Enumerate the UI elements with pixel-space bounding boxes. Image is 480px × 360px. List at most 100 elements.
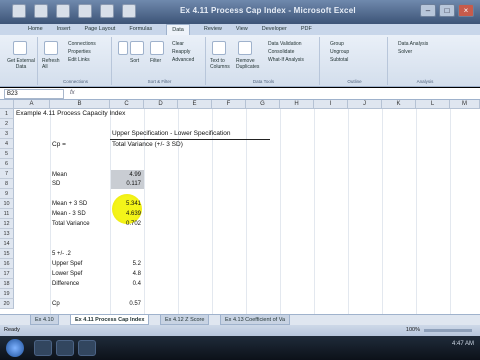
row-header-1[interactable]: 1 — [0, 109, 14, 119]
spreadsheet-grid[interactable]: A B C D E F G H I J K L M 1 2 3 4 5 6 7 … — [0, 100, 480, 314]
row-header-4[interactable]: 4 — [0, 139, 14, 149]
taskbar-app-icon[interactable] — [34, 340, 52, 356]
solver-button[interactable]: Solver — [398, 49, 412, 55]
row-header-17[interactable]: 17 — [0, 269, 14, 279]
taskbar-app-icon[interactable] — [78, 340, 96, 356]
column-header-g[interactable]: G — [246, 100, 280, 109]
start-button[interactable] — [6, 339, 24, 357]
row-header-7[interactable]: 7 — [0, 169, 14, 179]
sheet-tab-ex-4-13[interactable]: Ex 4.13 Coefficient of Va — [220, 315, 291, 325]
text-to-columns-icon[interactable] — [212, 41, 226, 55]
data-validation-button[interactable]: Data Validation — [268, 41, 302, 47]
office-button-icon[interactable] — [12, 4, 26, 18]
consolidate-button[interactable]: Consolidate — [268, 49, 294, 55]
maximize-button[interactable]: □ — [439, 4, 455, 17]
tab-view[interactable]: View — [236, 24, 248, 35]
difference-value[interactable]: 0.4 — [111, 279, 141, 289]
database-icon[interactable] — [13, 41, 27, 55]
column-header-e[interactable]: E — [178, 100, 212, 109]
get-external-data-button[interactable]: Get External Data — [5, 58, 37, 70]
row-header-15[interactable]: 15 — [0, 249, 14, 259]
tab-review[interactable]: Review — [204, 24, 222, 35]
zoom-slider[interactable] — [424, 329, 472, 332]
row-header-19[interactable]: 19 — [0, 289, 14, 299]
upper-spec-value[interactable]: 5.2 — [111, 259, 141, 269]
row-header-16[interactable]: 16 — [0, 259, 14, 269]
filter-icon[interactable] — [150, 41, 164, 55]
row-header-10[interactable]: 10 — [0, 199, 14, 209]
column-header-m[interactable]: M — [450, 100, 480, 109]
sheet-tab-ex-4-12[interactable]: Ex 4.12 Z Score — [160, 315, 210, 325]
undo-icon[interactable] — [56, 4, 70, 18]
row-header-12[interactable]: 12 — [0, 219, 14, 229]
minimize-button[interactable]: – — [420, 4, 436, 17]
row-header-20[interactable]: 20 — [0, 299, 14, 309]
sort-icon[interactable] — [130, 41, 144, 55]
group-button[interactable]: Group — [330, 41, 344, 47]
column-header-a[interactable]: A — [14, 100, 50, 109]
sheet-tab-ex-4-10[interactable]: Ex 4.10 — [30, 315, 59, 325]
row-header-3[interactable]: 3 — [0, 129, 14, 139]
refresh-all-button[interactable]: Refresh All — [42, 58, 64, 70]
properties-button[interactable]: Properties — [68, 49, 91, 55]
total-variance-value[interactable]: 0.702 — [111, 219, 141, 229]
sort-button[interactable]: Sort — [130, 58, 139, 64]
sheet-tab-ex-4-11[interactable]: Ex 4.11 Process Cap Index — [70, 315, 150, 325]
column-header-i[interactable]: I — [314, 100, 348, 109]
ungroup-button[interactable]: Ungroup — [330, 49, 349, 55]
column-header-h[interactable]: H — [280, 100, 314, 109]
row-header-5[interactable]: 5 — [0, 149, 14, 159]
remove-duplicates-button[interactable]: Remove Duplicates — [236, 58, 264, 70]
save-icon[interactable] — [34, 4, 48, 18]
column-header-l[interactable]: L — [416, 100, 450, 109]
mean-plus-3sd-value[interactable]: 5.341 — [111, 199, 141, 209]
column-header-c[interactable]: C — [110, 100, 144, 109]
row-header-8[interactable]: 8 — [0, 179, 14, 189]
row-header-11[interactable]: 11 — [0, 209, 14, 219]
tab-home[interactable]: Home — [28, 24, 43, 35]
column-header-b[interactable]: B — [50, 100, 110, 109]
reapply-button[interactable]: Reapply — [172, 49, 190, 55]
select-all-corner[interactable] — [0, 100, 14, 109]
sd-value[interactable]: 0.117 — [111, 179, 141, 189]
tab-page-layout[interactable]: Page Layout — [84, 24, 115, 35]
print-icon[interactable] — [100, 4, 114, 18]
advanced-button[interactable]: Advanced — [172, 57, 194, 63]
mean-minus-3sd-value[interactable]: 4.639 — [111, 209, 141, 219]
remove-duplicates-icon[interactable] — [238, 41, 252, 55]
tab-data[interactable]: Data — [166, 24, 190, 35]
subtotal-button[interactable]: Subtotal — [330, 57, 348, 63]
open-icon[interactable] — [122, 4, 136, 18]
close-button[interactable]: × — [458, 4, 474, 17]
redo-icon[interactable] — [78, 4, 92, 18]
fx-icon[interactable]: fx — [70, 90, 75, 96]
zoom-level[interactable]: 100% — [406, 325, 420, 336]
refresh-icon[interactable] — [44, 41, 58, 55]
column-header-d[interactable]: D — [144, 100, 178, 109]
column-header-k[interactable]: K — [382, 100, 416, 109]
row-header-2[interactable]: 2 — [0, 119, 14, 129]
tab-developer[interactable]: Developer — [262, 24, 287, 35]
text-to-columns-button[interactable]: Text to Columns — [210, 58, 234, 70]
row-header-18[interactable]: 18 — [0, 279, 14, 289]
lower-spec-value[interactable]: 4.8 — [111, 269, 141, 279]
edit-links-button[interactable]: Edit Links — [68, 57, 90, 63]
row-header-6[interactable]: 6 — [0, 159, 14, 169]
connections-button[interactable]: Connections — [68, 41, 96, 47]
row-header-13[interactable]: 13 — [0, 229, 14, 239]
what-if-analysis-button[interactable]: What-If Analysis — [268, 57, 304, 63]
name-box[interactable]: B23 — [4, 89, 64, 99]
row-header-9[interactable]: 9 — [0, 189, 14, 199]
tab-insert[interactable]: Insert — [57, 24, 71, 35]
taskbar-app-icon[interactable] — [56, 340, 74, 356]
column-header-f[interactable]: F — [212, 100, 246, 109]
clear-button[interactable]: Clear — [172, 41, 184, 47]
row-header-14[interactable]: 14 — [0, 239, 14, 249]
sort-az-icon[interactable] — [118, 41, 128, 55]
cp-result-value[interactable]: 0.57 — [111, 299, 141, 309]
tab-formulas[interactable]: Formulas — [129, 24, 152, 35]
filter-button[interactable]: Filter — [150, 58, 161, 64]
column-header-j[interactable]: J — [348, 100, 382, 109]
tab-pdf[interactable]: PDF — [301, 24, 312, 35]
data-analysis-button[interactable]: Data Analysis — [398, 41, 428, 47]
